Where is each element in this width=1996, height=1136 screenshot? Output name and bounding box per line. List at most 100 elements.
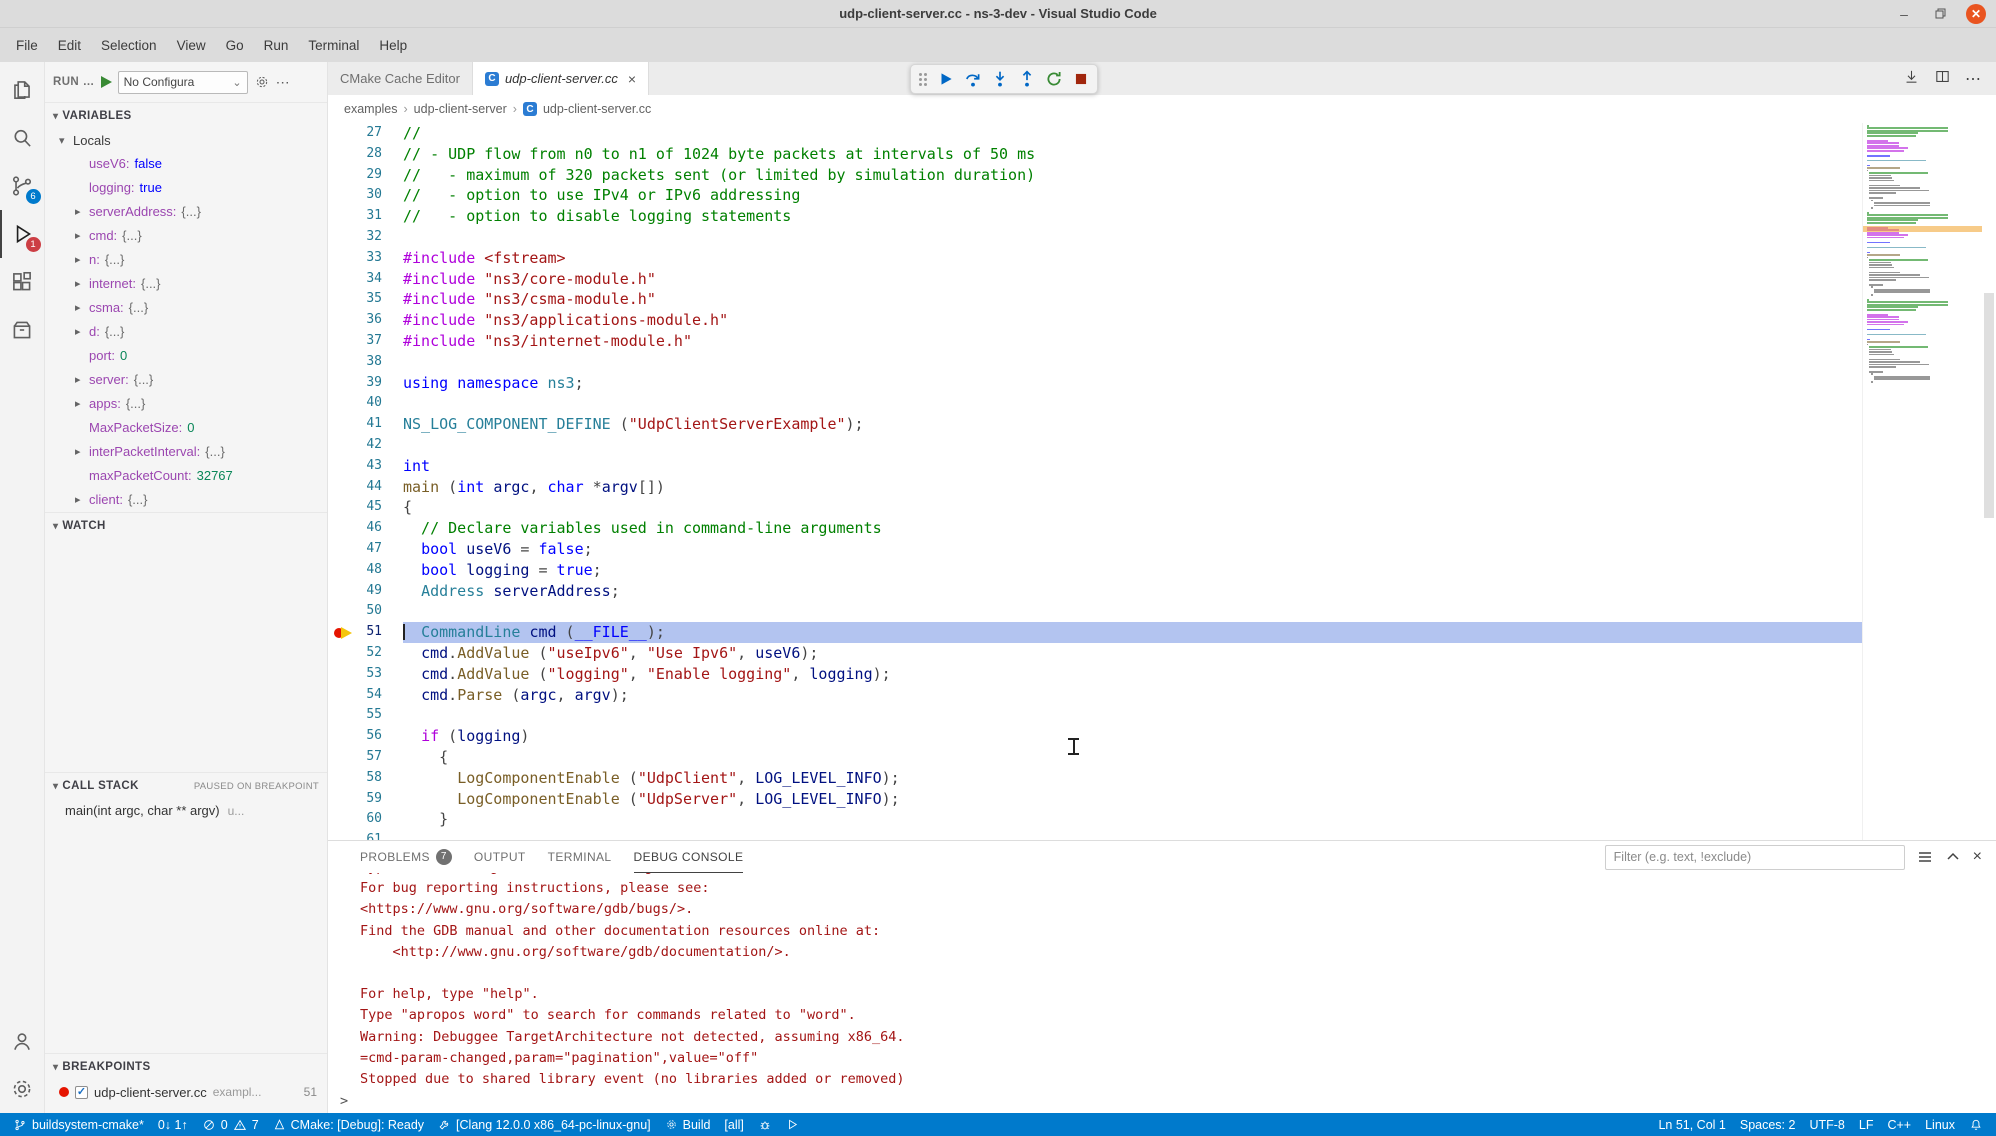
- gutter-line-50[interactable]: 50: [328, 601, 403, 622]
- gutter-line-40[interactable]: 40: [328, 393, 403, 414]
- cmake-build-target[interactable]: [all]: [717, 1113, 750, 1136]
- tab-udp-client-server[interactable]: C udp-client-server.cc ×: [473, 62, 649, 95]
- variables-header[interactable]: ▾ VARIABLES: [45, 103, 327, 129]
- gutter-line-49[interactable]: 49: [328, 581, 403, 602]
- gutter-line-57[interactable]: 57: [328, 747, 403, 768]
- maximize-panel-icon[interactable]: [1945, 849, 1961, 865]
- menu-selection[interactable]: Selection: [91, 33, 167, 58]
- debug-config-dropdown[interactable]: No Configura ⌄: [118, 71, 248, 94]
- explorer-icon[interactable]: [0, 66, 45, 114]
- os-item[interactable]: Linux: [1918, 1113, 1962, 1136]
- tab-cmake-cache-editor[interactable]: CMake Cache Editor: [328, 62, 473, 95]
- gutter-line-28[interactable]: 28: [328, 144, 403, 165]
- more-actions-icon[interactable]: ⋯: [1965, 69, 1982, 89]
- gutter-line-41[interactable]: 41: [328, 414, 403, 435]
- gutter-line-37[interactable]: 37: [328, 331, 403, 352]
- variable-row-cmd[interactable]: ▸cmd:{...}: [45, 224, 327, 248]
- breakpoints-header[interactable]: ▾ BREAKPOINTS: [45, 1054, 327, 1080]
- minimap[interactable]: [1862, 123, 1982, 840]
- split-editor-icon[interactable]: [1934, 68, 1951, 90]
- gutter-line-45[interactable]: 45: [328, 497, 403, 518]
- variable-row-server[interactable]: ▸server:{...}: [45, 368, 327, 392]
- gutter-line-60[interactable]: 60: [328, 809, 403, 830]
- menu-file[interactable]: File: [6, 33, 48, 58]
- step-into-icon[interactable]: [988, 67, 1012, 91]
- gutter-line-29[interactable]: 29: [328, 165, 403, 186]
- gutter-line-33[interactable]: 33: [328, 248, 403, 269]
- notifications-bell-icon[interactable]: [1962, 1113, 1990, 1136]
- git-sync-item[interactable]: 0↓ 1↑: [151, 1113, 195, 1136]
- cmake-launch-icon[interactable]: [779, 1113, 806, 1136]
- cmake-status-item[interactable]: CMake: [Debug]: Ready: [266, 1113, 431, 1136]
- source-control-icon[interactable]: 6: [0, 162, 45, 210]
- variable-row-apps[interactable]: ▸apps:{...}: [45, 392, 327, 416]
- cmake-build-button[interactable]: Build: [658, 1113, 718, 1136]
- scope-locals[interactable]: ▾ Locals: [45, 129, 327, 152]
- gutter-line-55[interactable]: 55: [328, 705, 403, 726]
- git-branch-item[interactable]: buildsystem-cmake*: [6, 1113, 151, 1136]
- variable-row-useV6[interactable]: useV6:false: [45, 152, 327, 176]
- gutter-line-44[interactable]: 44: [328, 477, 403, 498]
- menu-help[interactable]: Help: [369, 33, 417, 58]
- panel-tab-problems[interactable]: PROBLEMS7: [360, 841, 452, 873]
- close-panel-icon[interactable]: ×: [1973, 848, 1982, 866]
- stack-frame-row[interactable]: main(int argc, char ** argv)u...: [45, 799, 327, 823]
- account-icon[interactable]: [0, 1017, 45, 1065]
- step-over-icon[interactable]: [961, 67, 985, 91]
- gutter-line-51[interactable]: 51: [328, 622, 403, 643]
- call-stack-header[interactable]: ▾ CALL STACK PAUSED ON BREAKPOINT: [45, 773, 327, 799]
- close-icon[interactable]: ✕: [1966, 4, 1986, 24]
- gutter-line-54[interactable]: 54: [328, 685, 403, 706]
- extensions-icon[interactable]: [0, 258, 45, 306]
- gutter-line-52[interactable]: 52: [328, 643, 403, 664]
- variable-row-n[interactable]: ▸n:{...}: [45, 248, 327, 272]
- gutter-line-34[interactable]: 34: [328, 269, 403, 290]
- variable-row-interPacketInterval[interactable]: ▸interPacketInterval:{...}: [45, 440, 327, 464]
- step-out-icon[interactable]: [1015, 67, 1039, 91]
- gutter-line-30[interactable]: 30: [328, 185, 403, 206]
- gutter-line-53[interactable]: 53: [328, 664, 403, 685]
- variable-row-logging[interactable]: logging:true: [45, 176, 327, 200]
- gutter-line-61[interactable]: 61: [328, 830, 403, 840]
- breakpoint-row[interactable]: ✓ udp-client-server.cc exampl... 51: [45, 1080, 327, 1104]
- breakpoint-checkbox[interactable]: ✓: [75, 1086, 88, 1099]
- breadcrumb-item-examples[interactable]: examples: [344, 102, 398, 116]
- eol-item[interactable]: LF: [1852, 1113, 1881, 1136]
- stop-icon[interactable]: [1069, 67, 1093, 91]
- drag-handle-icon[interactable]: [919, 73, 927, 86]
- panel-tab-output[interactable]: OUTPUT: [474, 841, 526, 873]
- restart-icon[interactable]: [1042, 67, 1066, 91]
- menu-terminal[interactable]: Terminal: [298, 33, 369, 58]
- variable-row-serverAddress[interactable]: ▸serverAddress:{...}: [45, 200, 327, 224]
- menu-edit[interactable]: Edit: [48, 33, 91, 58]
- breadcrumb-item-folder[interactable]: udp-client-server: [414, 102, 507, 116]
- variable-row-internet[interactable]: ▸internet:{...}: [45, 272, 327, 296]
- encoding-item[interactable]: UTF-8: [1802, 1113, 1851, 1136]
- settings-gear-icon[interactable]: [0, 1065, 45, 1113]
- variable-row-maxPacketCount[interactable]: maxPacketCount:32767: [45, 464, 327, 488]
- gutter-line-36[interactable]: 36: [328, 310, 403, 331]
- cmake-kit-item[interactable]: [Clang 12.0.0 x86_64-pc-linux-gnu]: [431, 1113, 658, 1136]
- menu-run[interactable]: Run: [254, 33, 299, 58]
- run-or-debug-icon[interactable]: [1903, 68, 1920, 90]
- gutter-line-39[interactable]: 39: [328, 373, 403, 394]
- panel-tab-terminal[interactable]: TERMINAL: [548, 841, 612, 873]
- gutter-line-27[interactable]: 27: [328, 123, 403, 144]
- gutter-line-38[interactable]: 38: [328, 352, 403, 373]
- language-mode-item[interactable]: C++: [1880, 1113, 1918, 1136]
- editor-scrollbar[interactable]: [1982, 123, 1996, 840]
- gutter-line-46[interactable]: 46: [328, 518, 403, 539]
- menu-view[interactable]: View: [167, 33, 216, 58]
- gutter-line-31[interactable]: 31: [328, 206, 403, 227]
- gutter-line-35[interactable]: 35: [328, 289, 403, 310]
- gutter-line-59[interactable]: 59: [328, 789, 403, 810]
- gutter-line-58[interactable]: 58: [328, 768, 403, 789]
- start-debugging-icon[interactable]: [101, 76, 112, 88]
- variable-row-d[interactable]: ▸d:{...}: [45, 320, 327, 344]
- cmake-debug-icon[interactable]: [751, 1113, 779, 1136]
- run-more-actions-icon[interactable]: ⋯: [276, 74, 290, 91]
- close-tab-icon[interactable]: ×: [628, 71, 636, 87]
- problems-item[interactable]: 0 7: [195, 1113, 266, 1136]
- breadcrumb-item-file[interactable]: udp-client-server.cc: [543, 102, 651, 116]
- minimize-icon[interactable]: –: [1894, 4, 1914, 24]
